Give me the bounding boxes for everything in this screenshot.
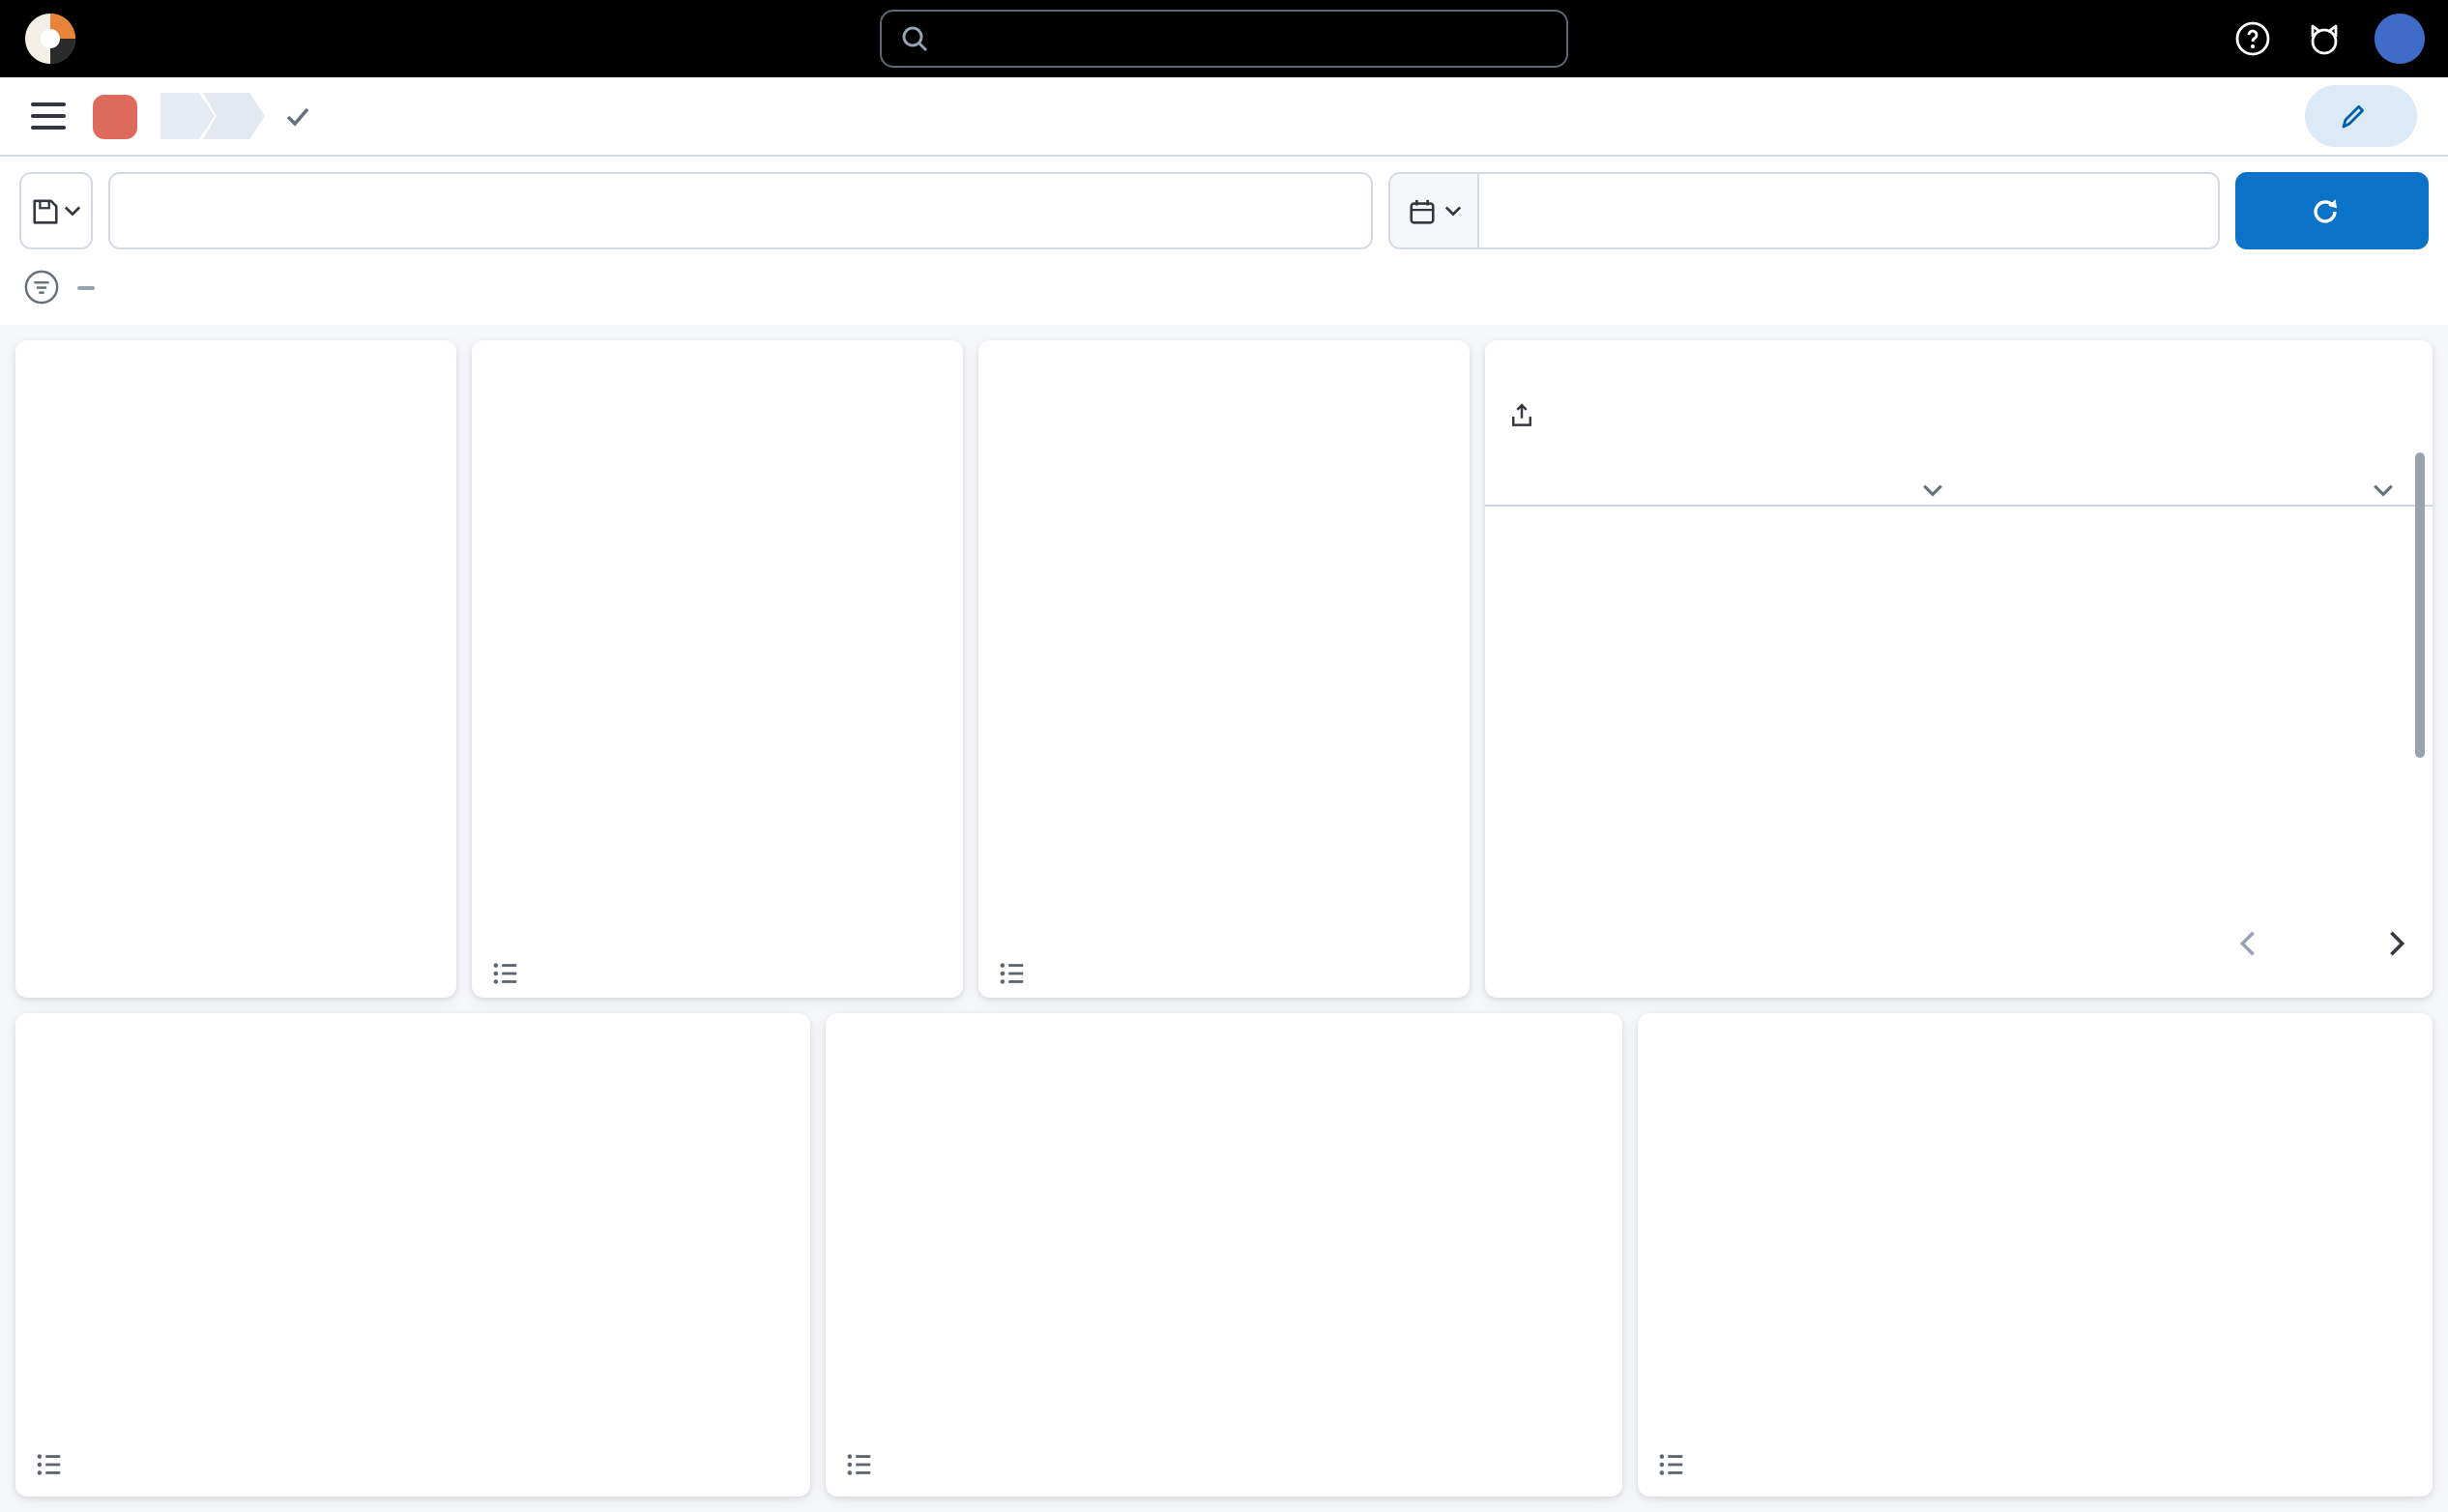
panel-dns-internal-query	[15, 1013, 811, 1497]
query-bar	[0, 157, 2448, 265]
dashboard-content	[0, 325, 2448, 1512]
calico-logo[interactable]	[23, 12, 77, 66]
space-badge[interactable]	[93, 94, 137, 138]
save-icon	[31, 196, 60, 225]
help-icon[interactable]	[2231, 17, 2274, 60]
chevron-down-icon	[64, 205, 81, 217]
edit-button[interactable]	[2305, 85, 2417, 147]
prev-page-icon[interactable]	[2239, 930, 2257, 957]
breadcrumb	[160, 93, 265, 139]
filter-icon[interactable]	[23, 269, 60, 305]
search-icon	[901, 25, 928, 52]
kql-search-input[interactable]	[133, 195, 1348, 226]
legend-toggle-icon[interactable]	[998, 959, 1027, 988]
panel-dns-latency	[827, 1013, 1622, 1497]
column-sort-icon[interactable]	[2373, 472, 2394, 507]
chevron-down-icon	[1443, 205, 1461, 217]
panel-dns-top-domains	[1485, 340, 2433, 998]
saved-query-button[interactable]	[19, 172, 93, 249]
kql-search-field[interactable]	[108, 172, 1373, 249]
legend-toggle-icon[interactable]	[35, 1450, 64, 1479]
calendar-icon	[1407, 196, 1436, 225]
breadcrumb-dashboard[interactable]	[160, 93, 215, 139]
column-sort-icon[interactable]	[1922, 472, 1943, 507]
check-icon[interactable]	[284, 102, 311, 130]
dns-responses-pie[interactable]	[998, 565, 1230, 797]
calico-cloud-app	[0, 0, 2448, 1510]
support-cat-icon[interactable]	[2303, 17, 2346, 60]
refresh-icon	[2310, 196, 2339, 225]
calico-logo-icon	[23, 12, 77, 66]
panel-dns-total-requests	[15, 340, 456, 998]
filter-divider	[77, 285, 95, 289]
user-avatar[interactable]	[2375, 14, 2425, 64]
dashboard-actions	[2154, 85, 2417, 147]
legend-toggle-icon[interactable]	[846, 1450, 875, 1479]
pagination	[2239, 930, 2405, 957]
dns-requests-pie[interactable]	[491, 541, 781, 831]
external-query-chart[interactable]	[1645, 1071, 2422, 1415]
latency-chart[interactable]	[834, 1071, 1612, 1415]
panel-dns-responses	[978, 340, 1470, 998]
date-picker	[1388, 172, 2220, 249]
global-topbar	[0, 0, 2448, 77]
topbar-actions	[2231, 14, 2425, 64]
export-button[interactable]	[1508, 402, 1549, 429]
filter-bar	[0, 265, 2448, 325]
dns-total-gauge	[91, 460, 381, 750]
global-search[interactable]	[880, 10, 1568, 68]
panel-dns-requests	[472, 340, 963, 998]
scrollbar-thumb[interactable]	[2415, 452, 2425, 758]
panel-dns-external-query	[1637, 1013, 2433, 1497]
global-search-input[interactable]	[944, 24, 1547, 53]
pencil-icon	[2340, 102, 2367, 130]
menu-icon[interactable]	[31, 102, 66, 130]
legend-toggle-icon[interactable]	[1656, 1450, 1685, 1479]
app-header-bar	[0, 77, 2448, 157]
internal-query-chart[interactable]	[23, 1071, 801, 1415]
panel-row-1	[15, 340, 2433, 998]
calendar-button[interactable]	[1390, 174, 1479, 247]
table-header	[1485, 449, 2433, 507]
next-page-icon[interactable]	[2388, 930, 2405, 957]
legend-toggle-icon[interactable]	[491, 959, 520, 988]
panel-row-2	[15, 1013, 2433, 1497]
export-icon	[1508, 402, 1535, 429]
refresh-button[interactable]	[2235, 172, 2429, 249]
